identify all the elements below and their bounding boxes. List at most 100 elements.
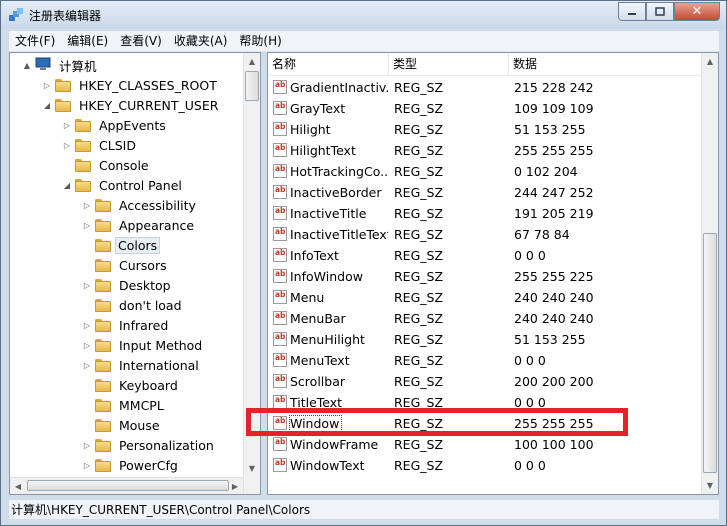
expand-arrow-icon[interactable]: ▷ <box>82 361 92 370</box>
value-row[interactable]: MenuHilight REG_SZ 51 153 255 <box>268 329 703 350</box>
collapse-arrow-icon[interactable]: ◢ <box>62 181 72 190</box>
value-type: REG_SZ <box>394 458 444 473</box>
tree-item[interactable]: ▷ PowerCfg <box>82 455 182 475</box>
value-name: MenuHilight <box>290 332 365 347</box>
expand-arrow-icon[interactable]: ▷ <box>62 141 72 150</box>
folder-icon <box>95 398 111 412</box>
tree-item-label: Mouse <box>119 417 160 433</box>
tree-item[interactable]: don't load <box>82 295 186 315</box>
value-data: 100 100 100 <box>514 437 594 452</box>
column-type[interactable]: 类型 <box>389 53 509 75</box>
folder-icon <box>95 218 111 232</box>
tree-horizontal-scrollbar[interactable]: ◀ ▶ <box>10 477 243 494</box>
tree-item[interactable]: ▷ CLSID <box>62 135 140 155</box>
folder-icon <box>95 298 111 312</box>
value-row[interactable]: HilightText REG_SZ 255 255 255 <box>268 140 703 161</box>
expand-arrow-icon[interactable]: ▷ <box>82 221 92 230</box>
string-value-icon <box>273 332 287 346</box>
value-row[interactable]: GradientInactiv... REG_SZ 215 228 242 <box>268 77 703 98</box>
expand-arrow-icon[interactable]: ▷ <box>62 121 72 130</box>
value-row[interactable]: InfoText REG_SZ 0 0 0 <box>268 245 703 266</box>
column-name[interactable]: 名称 <box>268 53 389 75</box>
value-row[interactable]: WindowText REG_SZ 0 0 0 <box>268 455 703 476</box>
value-row[interactable]: Scrollbar REG_SZ 200 200 200 <box>268 371 703 392</box>
folder-icon <box>75 138 91 152</box>
value-row[interactable]: Menu REG_SZ 240 240 240 <box>268 287 703 308</box>
scroll-down-icon[interactable]: ▼ <box>244 460 260 477</box>
value-data: 109 109 109 <box>514 101 594 116</box>
tree-item-label: Desktop <box>119 277 171 293</box>
tree-scroll-thumb[interactable] <box>245 71 259 101</box>
folder-icon <box>75 178 91 192</box>
expand-arrow-icon[interactable]: ▷ <box>82 441 92 450</box>
value-data: 200 200 200 <box>514 374 594 389</box>
string-value-icon <box>273 101 287 115</box>
collapse-arrow-icon[interactable]: ▲ <box>22 61 32 70</box>
scroll-up-icon[interactable]: ▲ <box>244 53 260 70</box>
expand-arrow-icon[interactable]: ▷ <box>82 461 92 470</box>
key-tree-pane[interactable]: ▲ ▼ ◀ ▶ ▲ 计算机 ▷ HKEY_CLASSES_ROOT ◢ HKEY_CURR… <box>9 52 261 495</box>
tree-item[interactable]: Colors <box>82 235 161 255</box>
tree-item[interactable]: ▷ Accessibility <box>82 195 200 215</box>
folder-icon <box>95 358 111 372</box>
tree-hscroll-thumb[interactable] <box>27 480 229 491</box>
tree-item[interactable]: ▲ 计算机 <box>22 55 101 75</box>
tree-item[interactable]: Console <box>62 155 153 175</box>
menu-view[interactable]: 查看(V) <box>114 31 168 51</box>
menu-bar: 文件(F) 编辑(E) 查看(V) 收藏夹(A) 帮助(H) <box>9 31 719 52</box>
value-type: REG_SZ <box>394 80 444 95</box>
folder-icon <box>95 238 111 252</box>
expand-arrow-icon[interactable]: ▷ <box>42 81 52 90</box>
value-row[interactable]: InfoWindow REG_SZ 255 255 225 <box>268 266 703 287</box>
tree-item[interactable]: ▷ Input Method <box>82 335 206 355</box>
value-name: InfoText <box>290 248 339 263</box>
value-row[interactable]: Hilight REG_SZ 51 153 255 <box>268 119 703 140</box>
value-row[interactable]: InactiveBorder REG_SZ 244 247 252 <box>268 182 703 203</box>
scroll-left-icon[interactable]: ◀ <box>10 478 26 494</box>
tree-item[interactable]: ◢ Control Panel <box>62 175 186 195</box>
value-row[interactable]: InactiveTitle REG_SZ 191 205 219 <box>268 203 703 224</box>
column-data[interactable]: 数据 <box>509 53 703 75</box>
maximize-button[interactable] <box>646 2 674 21</box>
value-row[interactable]: HotTrackingCo... REG_SZ 0 102 204 <box>268 161 703 182</box>
scroll-right-icon[interactable]: ▶ <box>227 478 243 494</box>
menu-help[interactable]: 帮助(H) <box>233 31 287 51</box>
close-button[interactable]: ✕ <box>674 2 720 21</box>
value-row[interactable]: InactiveTitleText REG_SZ 67 78 84 <box>268 224 703 245</box>
expand-arrow-icon[interactable]: ▷ <box>82 321 92 330</box>
title-bar[interactable]: 注册表编辑器 ✕ <box>1 1 726 29</box>
expand-arrow-icon[interactable]: ▷ <box>82 281 92 290</box>
value-type: REG_SZ <box>394 122 444 137</box>
tree-item[interactable]: MMCPL <box>82 395 168 415</box>
value-row[interactable]: GrayText REG_SZ 109 109 109 <box>268 98 703 119</box>
tree-item[interactable]: ▷ AppEvents <box>62 115 170 135</box>
expand-arrow-icon[interactable]: ▷ <box>82 341 92 350</box>
value-type: REG_SZ <box>394 353 444 368</box>
tree-item[interactable]: ◢ HKEY_CURRENT_USER <box>42 95 222 115</box>
list-vertical-scrollbar[interactable]: ▲ ▼ <box>701 53 718 494</box>
tree-item[interactable]: ▷ International <box>82 355 203 375</box>
tree-item[interactable]: ▷ Desktop <box>82 275 175 295</box>
tree-item[interactable]: Mouse <box>82 415 164 435</box>
tree-item[interactable]: ▷ Personalization <box>82 435 218 455</box>
tree-item[interactable]: Keyboard <box>82 375 182 395</box>
expand-arrow-icon[interactable]: ▷ <box>82 201 92 210</box>
tree-item[interactable]: Cursors <box>82 255 171 275</box>
value-type: REG_SZ <box>394 290 444 305</box>
folder-icon <box>95 418 111 432</box>
scroll-down-icon[interactable]: ▼ <box>702 477 718 494</box>
menu-edit[interactable]: 编辑(E) <box>61 31 114 51</box>
tree-item[interactable]: ▷ HKEY_CLASSES_ROOT <box>42 75 221 95</box>
value-data: 67 78 84 <box>514 227 570 242</box>
menu-file[interactable]: 文件(F) <box>9 31 61 51</box>
tree-item[interactable]: ▷ Appearance <box>82 215 198 235</box>
value-row[interactable]: MenuBar REG_SZ 240 240 240 <box>268 308 703 329</box>
value-row[interactable]: MenuText REG_SZ 0 0 0 <box>268 350 703 371</box>
value-row[interactable]: WindowFrame REG_SZ 100 100 100 <box>268 434 703 455</box>
collapse-arrow-icon[interactable]: ◢ <box>42 101 52 110</box>
minimize-button[interactable] <box>618 2 646 21</box>
list-scroll-thumb[interactable] <box>703 233 717 473</box>
scroll-up-icon[interactable]: ▲ <box>702 53 718 70</box>
tree-item[interactable]: ▷ Infrared <box>82 315 172 335</box>
menu-favorites[interactable]: 收藏夹(A) <box>168 31 234 51</box>
